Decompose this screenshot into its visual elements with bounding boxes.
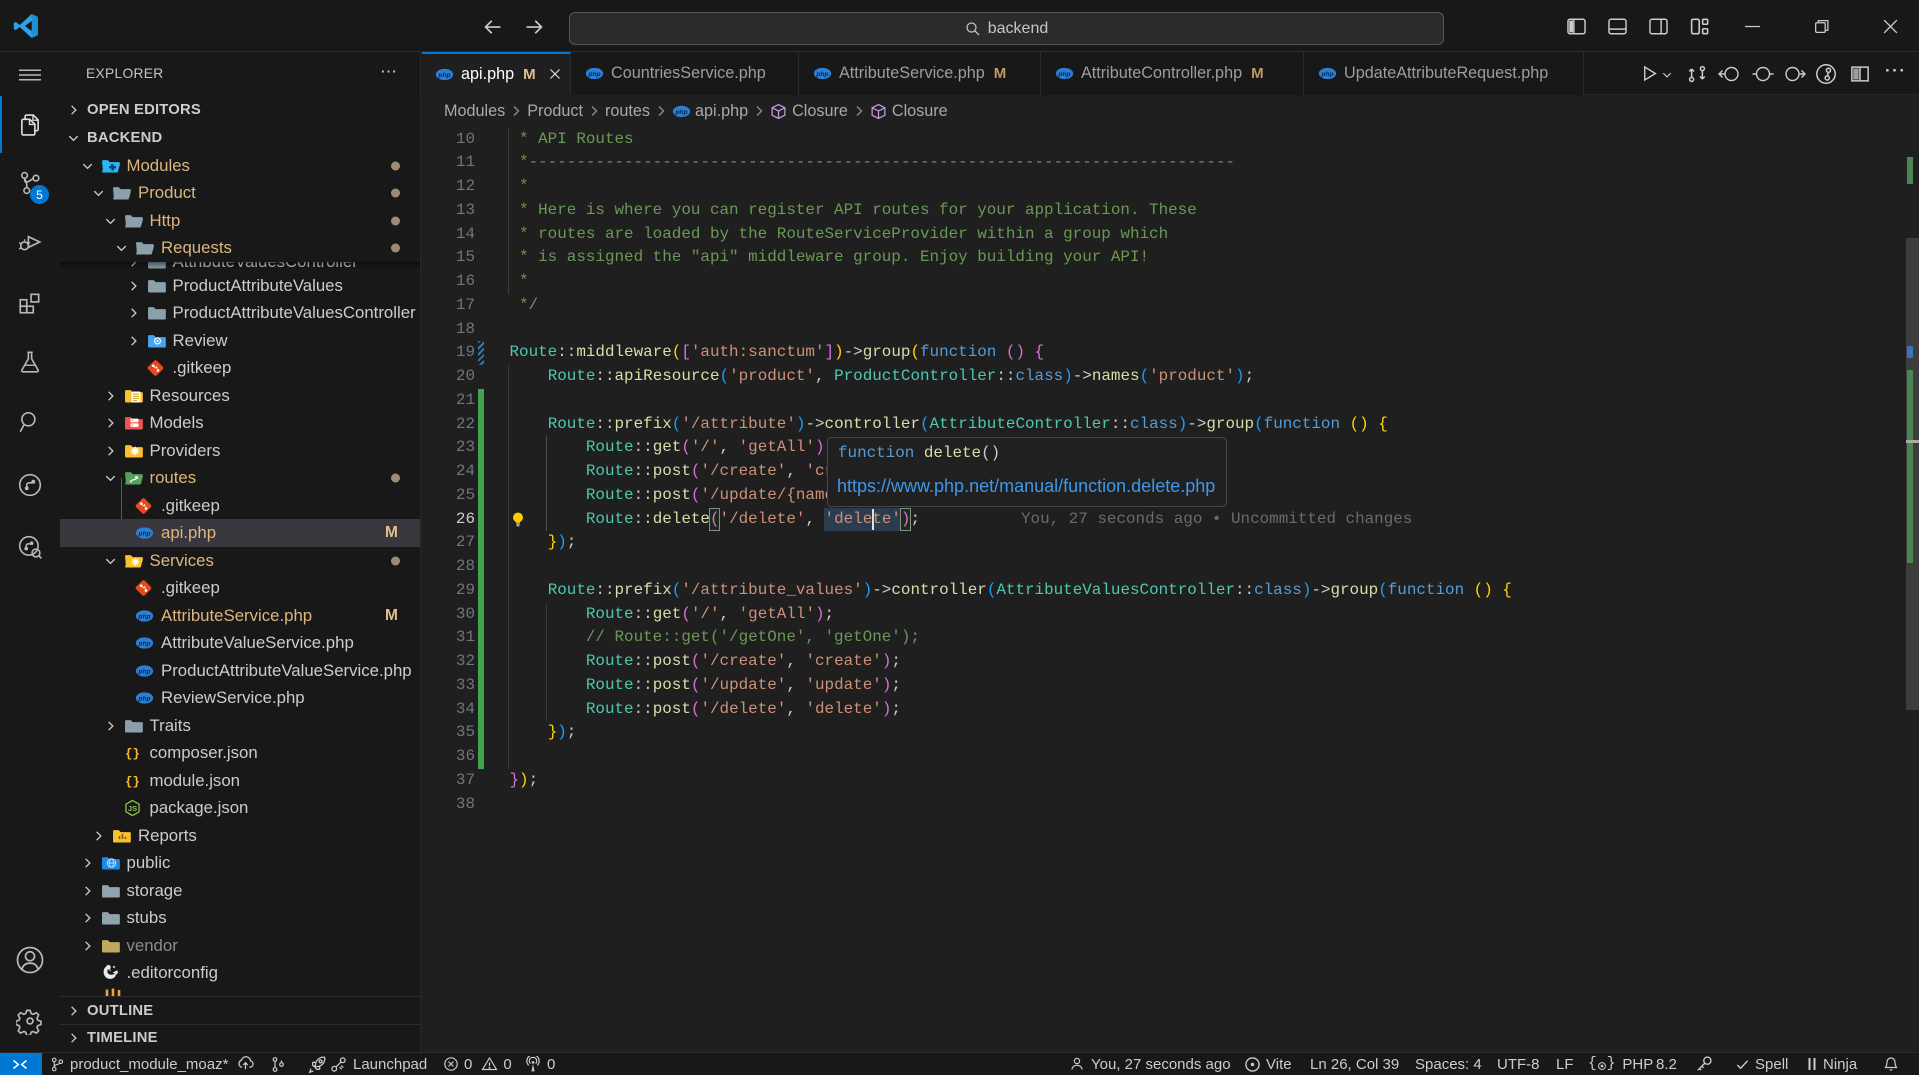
svg-text:JS: JS <box>127 804 136 813</box>
